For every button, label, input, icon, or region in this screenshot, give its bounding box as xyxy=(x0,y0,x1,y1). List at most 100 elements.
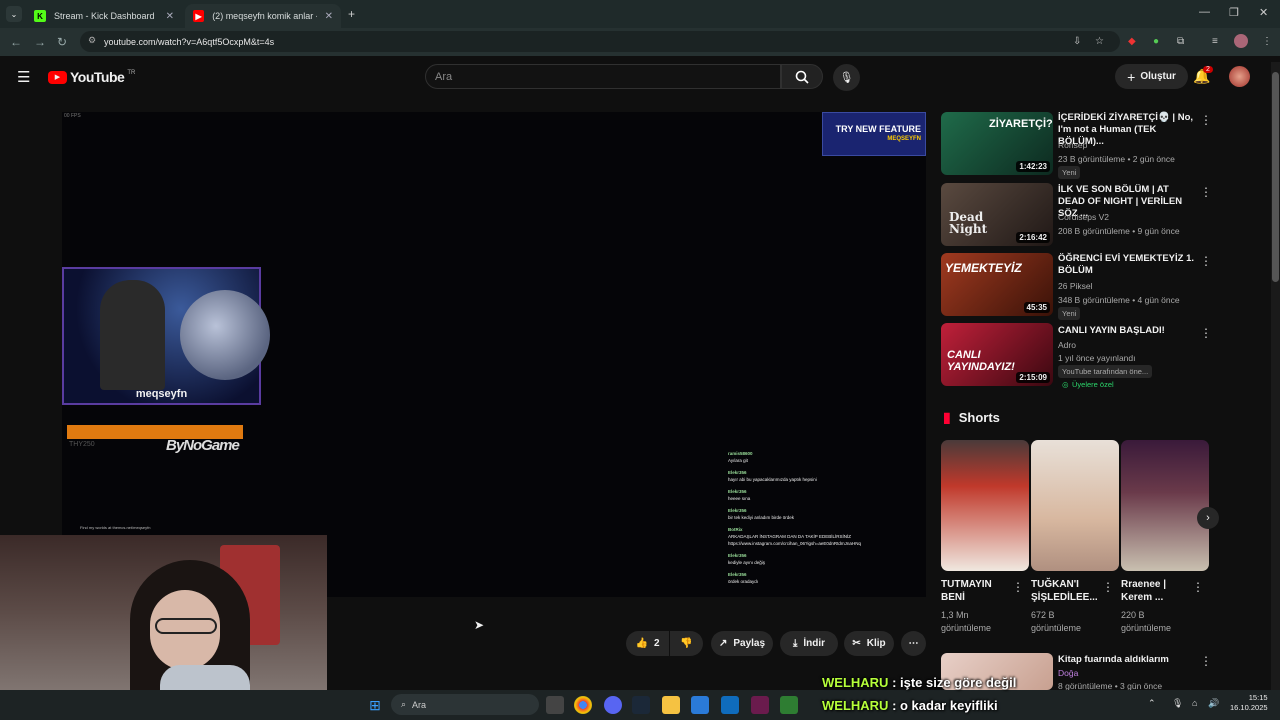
tab-title: Stream - Kick Dashboard xyxy=(54,11,155,21)
short-thumbnail[interactable] xyxy=(1121,440,1209,571)
search-icon: ⌕ xyxy=(401,699,407,709)
chat-message: heeee sına xyxy=(728,496,751,501)
download-button[interactable]: ⤓ İndir xyxy=(780,631,838,656)
thumb-text: CANLI YAYINDAYIZ! xyxy=(947,349,1015,373)
rec-channel[interactable]: Cordiseps V2 xyxy=(1058,212,1109,222)
bookmark-star-icon[interactable]: ☆ xyxy=(1095,36,1104,47)
share-button[interactable]: ↗ Paylaş xyxy=(711,631,773,656)
more-vertical-icon[interactable]: ⋮ xyxy=(1200,185,1212,199)
tab-kick[interactable]: K Stream - Kick Dashboard ✕ xyxy=(26,4,182,28)
try-new-feature-banner: TRY NEW FEATURE MEQSEYFN xyxy=(822,112,926,156)
account-avatar[interactable] xyxy=(1229,66,1250,87)
microphone-icon: 🎙 xyxy=(839,72,854,84)
close-tab-icon[interactable]: ✕ xyxy=(166,11,174,22)
short-thumbnail[interactable] xyxy=(1031,440,1119,571)
shorts-next-button[interactable]: › xyxy=(1197,507,1219,529)
tray-chevron-icon[interactable]: ⌃ xyxy=(1148,698,1156,709)
search-input[interactable]: Ara xyxy=(425,64,781,89)
taskbar-clock[interactable]: 15:15 16.10.2025 xyxy=(1230,693,1268,713)
rec-title[interactable]: ÖĞRENCİ EVİ YEMEKTEYİZ 1. BÖLÜM xyxy=(1058,253,1198,277)
rec-thumbnail[interactable]: YEMEKTEYİZ 45:35 xyxy=(941,253,1053,316)
more-vertical-icon[interactable]: ⋮ xyxy=(1200,654,1212,668)
new-badge: Yeni xyxy=(1058,166,1081,179)
rec-channel[interactable]: Doğa xyxy=(1058,668,1078,678)
window-close-icon[interactable]: ✕ xyxy=(1259,6,1268,19)
short-thumbnail[interactable] xyxy=(941,440,1029,571)
more-vertical-icon[interactable]: ⋮ xyxy=(1102,580,1114,594)
scissors-icon: ✂ xyxy=(852,638,861,649)
more-vertical-icon[interactable]: ⋮ xyxy=(1200,254,1212,268)
rec-thumbnail[interactable]: CANLI YAYINDAYIZ! 2:15:09 xyxy=(941,323,1053,386)
search-button[interactable] xyxy=(781,64,823,89)
forward-icon[interactable]: → xyxy=(34,35,46,49)
discord-icon[interactable] xyxy=(604,696,622,714)
microphone-tray-icon[interactable]: 🎙 xyxy=(1172,698,1183,709)
more-vertical-icon[interactable]: ⋮ xyxy=(1200,113,1212,127)
extension-icon[interactable]: ● xyxy=(1153,36,1159,47)
app-icon[interactable] xyxy=(751,696,769,714)
file-explorer-icon[interactable] xyxy=(662,696,680,714)
short-title[interactable]: TUĞKAN'I ŞİŞLEDİLEE... xyxy=(1031,578,1106,604)
logo-text: YouTube xyxy=(70,69,125,85)
task-view-icon[interactable] xyxy=(546,696,564,714)
notification-count-badge: 2 xyxy=(1203,66,1213,73)
dislike-button[interactable]: 👎 xyxy=(670,631,703,656)
chat-message: ördek oradaydı xyxy=(728,579,759,584)
rec-channel[interactable]: Adro xyxy=(1058,340,1076,350)
youtube-logo[interactable]: ▶ YouTube TR xyxy=(48,69,135,85)
site-info-icon[interactable]: ⚙ xyxy=(88,35,96,46)
rec-thumbnail[interactable]: Dead Night 2:16:42 xyxy=(941,183,1053,246)
store-icon[interactable] xyxy=(691,696,709,714)
short-title[interactable]: Rraenee | Kerem ... xyxy=(1121,578,1196,604)
rec-channel[interactable]: 26 Piksel xyxy=(1058,281,1093,291)
back-icon[interactable]: ← xyxy=(10,35,22,49)
thumb-text: YEMEKTEYİZ xyxy=(945,261,1022,275)
steam-icon[interactable] xyxy=(632,696,650,714)
rec-title[interactable]: CANLI YAYIN BAŞLADI! xyxy=(1058,325,1198,337)
extension-icon[interactable]: ◆ xyxy=(1128,36,1136,47)
restore-icon[interactable]: ❐ xyxy=(1229,6,1239,19)
browser-menu-icon[interactable]: ⋮ xyxy=(1262,36,1272,47)
rec-thumbnail[interactable]: ZİYARETÇİ? 1:42:23 xyxy=(941,112,1053,175)
stream-chat: ramis58600 Ayılara git Elekr356 hayır abi … xyxy=(728,450,918,585)
chrome-icon[interactable] xyxy=(574,696,592,714)
like-button[interactable]: 👍 2 xyxy=(626,631,669,656)
scrollbar-thumb[interactable] xyxy=(1272,72,1279,282)
close-tab-icon[interactable]: ✕ xyxy=(325,11,333,22)
more-vertical-icon[interactable]: ⋮ xyxy=(1012,580,1024,594)
youtube-play-icon: ▶ xyxy=(48,70,67,84)
webcam-name-label: meqseyfn xyxy=(135,388,188,400)
tab-search-icon[interactable]: ≡ xyxy=(1212,36,1218,47)
outlook-icon[interactable] xyxy=(721,696,739,714)
network-icon[interactable]: ⌂ xyxy=(1192,698,1197,708)
new-tab-icon[interactable]: + xyxy=(348,7,355,21)
clip-button[interactable]: ✂ Klip xyxy=(844,631,894,656)
chat-message: Ayılara git xyxy=(728,458,748,463)
more-actions-button[interactable]: ⋯ xyxy=(901,631,926,656)
tab-list-button[interactable]: ⌄ xyxy=(6,6,22,22)
volume-icon[interactable]: 🔊 xyxy=(1208,698,1219,709)
voice-search-button[interactable]: 🎙 xyxy=(833,64,860,91)
tab-youtube[interactable]: ▶ (2) meqseyfn komik anlar - You ✕ xyxy=(185,4,341,28)
extensions-puzzle-icon[interactable]: ⧉ xyxy=(1177,36,1184,47)
rec-title[interactable]: Kitap fuarında aldıklarım xyxy=(1058,654,1198,666)
more-vertical-icon[interactable]: ⋮ xyxy=(1192,580,1204,594)
rec-channel[interactable]: Ronsep xyxy=(1058,140,1087,150)
banner-text: TRY NEW FEATURE xyxy=(835,124,921,134)
more-vertical-icon[interactable]: ⋮ xyxy=(1200,326,1212,340)
promoted-badge: YouTube tarafından öne... xyxy=(1058,365,1153,378)
share-label: Paylaş xyxy=(733,638,766,649)
taskbar-search[interactable]: ⌕ Ara xyxy=(391,694,539,715)
profile-avatar[interactable] xyxy=(1234,34,1248,48)
install-app-icon[interactable]: ⇩ xyxy=(1073,36,1081,47)
windows-start-icon[interactable]: ⊞ xyxy=(366,696,384,714)
hamburger-menu-icon[interactable]: ☰ xyxy=(17,68,30,86)
shorts-icon: ▮ xyxy=(943,409,951,425)
minimize-icon[interactable]: — xyxy=(1199,6,1210,18)
app-icon[interactable] xyxy=(780,696,798,714)
url-input[interactable]: ⚙ youtube.com/watch?v=A6qtf5OcxpM&t=4s xyxy=(80,31,1120,52)
reload-icon[interactable]: ↻ xyxy=(57,35,67,49)
create-button[interactable]: + Oluştur xyxy=(1115,64,1188,89)
clock-date: 16.10.2025 xyxy=(1230,703,1268,712)
short-title[interactable]: TUTMAYIN BENİ xyxy=(941,578,1016,604)
